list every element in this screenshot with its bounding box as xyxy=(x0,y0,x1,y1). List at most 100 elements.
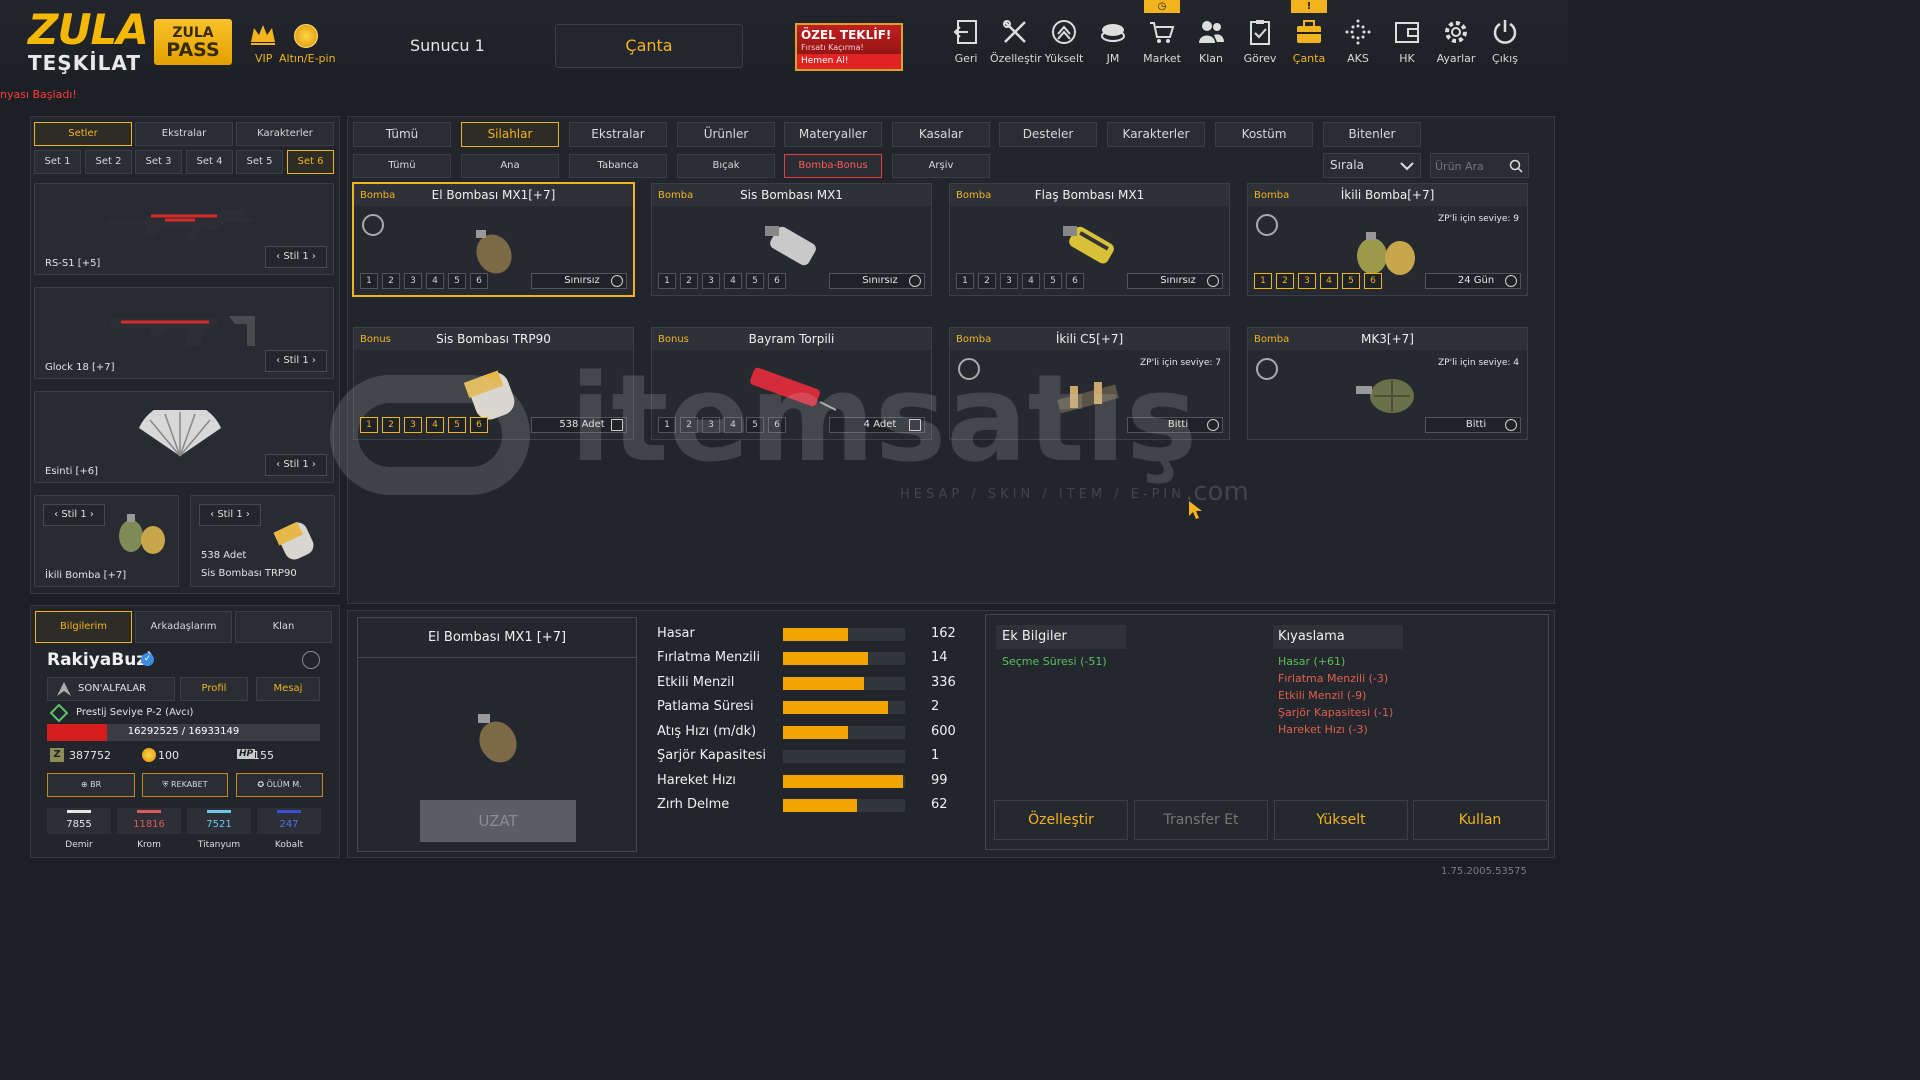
upgrade-button[interactable]: Yükselt xyxy=(1274,800,1408,840)
mode-br-button[interactable]: ⊕ BR xyxy=(47,773,135,797)
tab-setler[interactable]: Setler xyxy=(34,122,132,146)
upgrade-arrow-icon[interactable] xyxy=(362,214,384,236)
style-selector[interactable]: ‹ Stil 1 › xyxy=(265,454,327,476)
set-2[interactable]: Set 2 xyxy=(85,150,132,174)
stat-bar-fill xyxy=(783,677,864,690)
tab-materyaller[interactable]: Materyaller xyxy=(784,122,882,147)
set-5[interactable]: Set 5 xyxy=(236,150,283,174)
subtab-bomba-bonus[interactable]: Bomba-Bonus xyxy=(784,154,882,178)
nav-cikis[interactable]: Çıkış xyxy=(1480,18,1530,68)
bag-alert-badge: ! xyxy=(1291,0,1327,13)
transfer-button[interactable]: Transfer Et xyxy=(1134,800,1268,840)
style-selector[interactable]: ‹ Stil 1 › xyxy=(265,350,327,372)
nav-canta[interactable]: Çanta xyxy=(1284,18,1334,68)
tab-desteler[interactable]: Desteler xyxy=(999,122,1097,147)
tab-ekstralar[interactable]: Ekstralar xyxy=(135,122,233,146)
profile-button[interactable]: Profil xyxy=(180,677,248,701)
tab-urunler[interactable]: Ürünler xyxy=(677,122,775,147)
box-icon xyxy=(611,419,623,431)
server-name[interactable]: Sunucu 1 xyxy=(410,36,485,55)
item-quantity: 4 Adet xyxy=(829,417,925,433)
tab-tumu[interactable]: Tümü xyxy=(353,122,451,147)
nav-jm[interactable]: JM xyxy=(1088,18,1138,68)
upgrade-arrow-icon[interactable] xyxy=(958,358,980,380)
loadout-throwable-2[interactable]: ‹ Stil 1 › 538 Adet Sis Bombası TRP90 xyxy=(190,495,335,587)
item-card[interactable]: Bomba Flaş Bombası MX1 123456 Sınırsız xyxy=(949,183,1230,296)
nav-klan[interactable]: Klan xyxy=(1186,18,1236,68)
tab-bitenler[interactable]: Bitenler xyxy=(1323,122,1421,147)
set-1[interactable]: Set 1 xyxy=(34,150,81,174)
style-selector[interactable]: ‹ Stil 1 › xyxy=(43,504,105,526)
customize-icon xyxy=(1003,20,1026,43)
stat-row: Hasar 162 xyxy=(657,626,956,641)
item-card[interactable]: Bonus Sis Bombası TRP90 123456 538 Adet xyxy=(353,327,634,440)
customize-button[interactable]: Özelleştir xyxy=(994,800,1128,840)
tab-silahlar[interactable]: Silahlar xyxy=(461,122,559,147)
nav-gorev[interactable]: Görev xyxy=(1235,18,1285,68)
subtab-tumu[interactable]: Tümü xyxy=(353,154,451,178)
stat-row: Atış Hızı (m/dk) 600 xyxy=(657,724,956,739)
tab-karakterler-inv[interactable]: Karakterler xyxy=(1107,122,1205,147)
vip-crown-icon[interactable] xyxy=(248,22,278,48)
subtab-tabanca[interactable]: Tabanca xyxy=(569,154,667,178)
item-duration: Sınırsız xyxy=(1127,273,1223,289)
item-card[interactable]: Bomba İkili Bomba[+7] ZP'li için seviye:… xyxy=(1247,183,1528,296)
back-icon xyxy=(953,20,977,44)
loadout-melee[interactable]: Esinti [+6] ‹ Stil 1 › xyxy=(34,391,334,483)
item-card[interactable]: Bomba İkili C5[+7] ZP'li için seviye: 7 … xyxy=(949,327,1230,440)
mode-olum-button[interactable]: ✪ ÖLÜM M. xyxy=(236,773,323,797)
tab-kasalar[interactable]: Kasalar xyxy=(892,122,990,147)
subtab-ana[interactable]: Ana xyxy=(461,154,559,178)
use-button[interactable]: Kullan xyxy=(1413,800,1547,840)
smoke-grenade-icon xyxy=(273,521,314,560)
nav-market[interactable]: Market xyxy=(1137,18,1187,68)
loadout-primary-weapon[interactable]: RS-S1 [+5] ‹ Stil 1 › xyxy=(34,183,334,275)
cart-icon xyxy=(1150,22,1175,43)
upgrade-arrow-icon[interactable] xyxy=(1256,358,1278,380)
nav-ozellestir[interactable]: Özelleştir xyxy=(990,18,1042,68)
bag-icon xyxy=(1297,20,1321,43)
tab-bilgilerim[interactable]: Bilgilerim xyxy=(35,611,132,643)
set-3[interactable]: Set 3 xyxy=(135,150,182,174)
set-6[interactable]: Set 6 xyxy=(287,150,334,174)
nav-aks[interactable]: AKS xyxy=(1333,18,1383,68)
nav-hk[interactable]: HK xyxy=(1382,18,1432,68)
sort-dropdown[interactable]: Sırala xyxy=(1323,153,1421,178)
search-box[interactable] xyxy=(1430,153,1529,178)
item-card[interactable]: Bomba MK3[+7] ZP'li için seviye: 4 Bitti xyxy=(1247,327,1528,440)
extend-button[interactable]: UZAT xyxy=(420,800,576,842)
tab-karakterler[interactable]: Karakterler xyxy=(236,122,334,146)
set-4[interactable]: Set 4 xyxy=(186,150,233,174)
subtab-bicak[interactable]: Bıçak xyxy=(677,154,775,178)
search-input[interactable] xyxy=(1435,157,1509,175)
item-card[interactable]: Bomba El Bombası MX1[+7] 123456 Sınırsız xyxy=(352,182,635,297)
nav-geri[interactable]: Geri xyxy=(941,18,991,68)
version-label: 1.75.2005.53575 xyxy=(1441,866,1527,877)
mk3-grenade-icon xyxy=(1356,379,1414,413)
extra-info-title: Ek Bilgiler xyxy=(1002,629,1067,644)
tab-kostum[interactable]: Kostüm xyxy=(1215,122,1313,147)
upgrade-arrow-icon[interactable] xyxy=(1256,214,1278,236)
item-card[interactable]: Bonus Bayram Torpili 123456 4 Adet xyxy=(651,327,932,440)
wallet-icon xyxy=(1395,22,1419,43)
subtab-arsiv[interactable]: Arşiv xyxy=(892,154,990,178)
message-button[interactable]: Mesaj xyxy=(256,677,320,701)
item-card[interactable]: Bomba Sis Bombası MX1 123456 Sınırsız xyxy=(651,183,932,296)
loadout-secondary-weapon[interactable]: Glock 18 [+7] ‹ Stil 1 › xyxy=(34,287,334,379)
loadout-throwable-1[interactable]: ‹ Stil 1 › İkili Bomba [+7] xyxy=(34,495,179,587)
style-selector[interactable]: ‹ Stil 1 › xyxy=(199,504,261,526)
item-duration: Bitti xyxy=(1425,417,1521,433)
tab-klan[interactable]: Klan xyxy=(235,611,332,643)
gear-icon xyxy=(1445,21,1467,43)
gold-coin-icon[interactable] xyxy=(294,24,318,48)
zula-pass-button[interactable]: ZULA PASS xyxy=(154,19,232,65)
style-selector[interactable]: ‹ Stil 1 › xyxy=(265,246,327,268)
xp-bar: 16292525 / 16933149 xyxy=(47,724,320,741)
special-offer-banner[interactable]: ÖZEL TEKLİF! Fırsatı Kaçırma! Hemen Al! xyxy=(795,23,903,71)
tab-ekstralar-inv[interactable]: Ekstralar xyxy=(569,122,667,147)
nav-yukselt[interactable]: Yükselt xyxy=(1039,18,1089,68)
nav-ayarlar[interactable]: Ayarlar xyxy=(1431,18,1481,68)
mode-rekabet-button[interactable]: ⛨ REKABET xyxy=(142,773,228,797)
material-color-bar xyxy=(67,810,91,813)
tab-arkadaslarim[interactable]: Arkadaşlarım xyxy=(135,611,232,643)
